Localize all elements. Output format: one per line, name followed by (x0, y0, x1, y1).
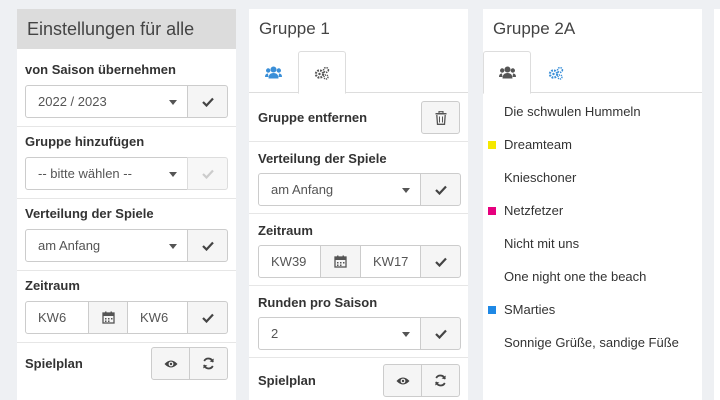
tab-teams[interactable] (249, 51, 297, 94)
team-list-item[interactable]: SMarties (487, 293, 555, 326)
calendar-addon (89, 301, 127, 334)
users-icon (498, 66, 516, 79)
zeitraum-apply-button[interactable] (187, 301, 228, 334)
eye-icon (164, 360, 177, 367)
check-icon (434, 329, 447, 339)
zeitraum-from-input[interactable]: KW6 (25, 301, 89, 334)
calendar-addon (321, 245, 360, 278)
tab-settings[interactable] (532, 51, 580, 94)
panel-title: Einstellungen für alle (17, 9, 236, 49)
team-name: Knieschoner (504, 170, 577, 185)
refresh-spielplan-button[interactable] (421, 364, 460, 397)
check-icon (201, 169, 214, 179)
cogs-icon (548, 66, 564, 80)
team-name: Dreamteam (504, 137, 572, 152)
panel-title: Gruppe 1 (259, 19, 330, 38)
verteilung-label: Verteilung der Spiele (258, 151, 387, 166)
team-list-item[interactable]: Sonnige Grüße, sandige Füße (487, 326, 679, 359)
team-name: Sonnige Grüße, sandige Füße (504, 335, 679, 350)
zeitraum-label: Zeitraum (25, 278, 80, 293)
calendar-icon (101, 311, 115, 324)
team-name: One night one the beach (504, 269, 647, 284)
zeitraum-to-input[interactable]: KW17 (360, 245, 421, 278)
gruppe-entfernen-button[interactable] (421, 101, 460, 134)
runden-value: 2 (271, 326, 279, 341)
chevron-down-icon (169, 244, 177, 249)
check-icon (434, 185, 447, 195)
team-name: Nicht mit uns (504, 236, 580, 251)
team-name: Netzfetzer (504, 203, 564, 218)
panel-next (714, 9, 720, 400)
entfernen-label: Gruppe entfernen (258, 110, 368, 125)
saison-select[interactable]: 2022 / 2023 (25, 85, 188, 118)
chevron-down-icon (402, 332, 410, 337)
cogs-icon (314, 66, 330, 80)
tab-bar (483, 50, 702, 94)
zeitraum-label: Zeitraum (258, 223, 313, 238)
tab-bar (249, 50, 468, 94)
chevron-down-icon (169, 100, 177, 105)
runden-apply-button[interactable] (420, 317, 461, 350)
spielplan-label: Spielplan (25, 356, 83, 371)
spielplan-label: Spielplan (258, 373, 316, 388)
gruppe-placeholder: -- bitte wählen -- (38, 166, 132, 181)
team-list-item[interactable]: Netzfetzer (487, 194, 563, 227)
runden-label: Runden pro Saison (258, 295, 378, 310)
zeitraum-apply-button[interactable] (420, 245, 461, 278)
verteilung-select[interactable]: am Anfang (258, 173, 421, 206)
tab-teams[interactable] (483, 51, 531, 94)
refresh-icon (203, 357, 214, 370)
gruppe-add-button[interactable] (187, 157, 228, 190)
team-color-marker (488, 140, 496, 149)
panel-gruppe-2a: Gruppe 2A Die schwulen Hummeln Dreamteam K… (483, 9, 702, 400)
verteilung-label: Verteilung der Spiele (25, 206, 154, 221)
team-name: SMarties (504, 302, 556, 317)
gruppe-select[interactable]: -- bitte wählen -- (25, 157, 188, 190)
view-spielplan-button[interactable] (383, 364, 422, 397)
zeitraum-from-input[interactable]: KW39 (258, 245, 321, 278)
team-color-marker (488, 206, 496, 215)
verteilung-value: am Anfang (38, 238, 101, 253)
check-icon (201, 97, 214, 107)
team-list-item[interactable]: Nicht mit uns (487, 227, 579, 260)
team-name: Die schwulen Hummeln (504, 104, 641, 119)
saison-label: von Saison übernehmen (25, 62, 176, 77)
saison-apply-button[interactable] (187, 85, 228, 118)
team-list-item[interactable]: Knieschoner (487, 161, 576, 194)
tab-settings[interactable] (298, 51, 346, 94)
verteilung-select[interactable]: am Anfang (25, 229, 188, 262)
panel-settings-all: Einstellungen für alle von Saison überne… (17, 9, 236, 400)
panel-gruppe-1: Gruppe 1 Gruppe entfernen Verteilung der… (249, 9, 468, 400)
zeitraum-to-input[interactable]: KW6 (127, 301, 188, 334)
check-icon (434, 257, 447, 267)
runden-select[interactable]: 2 (258, 317, 421, 350)
verteilung-apply-button[interactable] (187, 229, 228, 262)
verteilung-value: am Anfang (271, 182, 334, 197)
refresh-spielplan-button[interactable] (189, 347, 228, 380)
check-icon (201, 313, 214, 323)
chevron-down-icon (169, 172, 177, 177)
team-list-item[interactable]: Die schwulen Hummeln (487, 95, 641, 128)
calendar-icon (334, 255, 347, 268)
gruppe-label: Gruppe hinzufügen (25, 134, 145, 149)
view-spielplan-button[interactable] (151, 347, 190, 380)
check-icon (201, 241, 214, 251)
saison-value: 2022 / 2023 (38, 94, 107, 109)
users-icon (264, 66, 282, 79)
team-color-marker (488, 305, 496, 314)
refresh-icon (435, 374, 446, 387)
trash-icon (435, 110, 446, 125)
chevron-down-icon (402, 188, 410, 193)
eye-icon (396, 377, 409, 384)
team-list-item[interactable]: One night one the beach (487, 260, 646, 293)
verteilung-apply-button[interactable] (420, 173, 461, 206)
panel-title: Gruppe 2A (493, 19, 576, 38)
team-list-item[interactable]: Dreamteam (487, 128, 572, 161)
